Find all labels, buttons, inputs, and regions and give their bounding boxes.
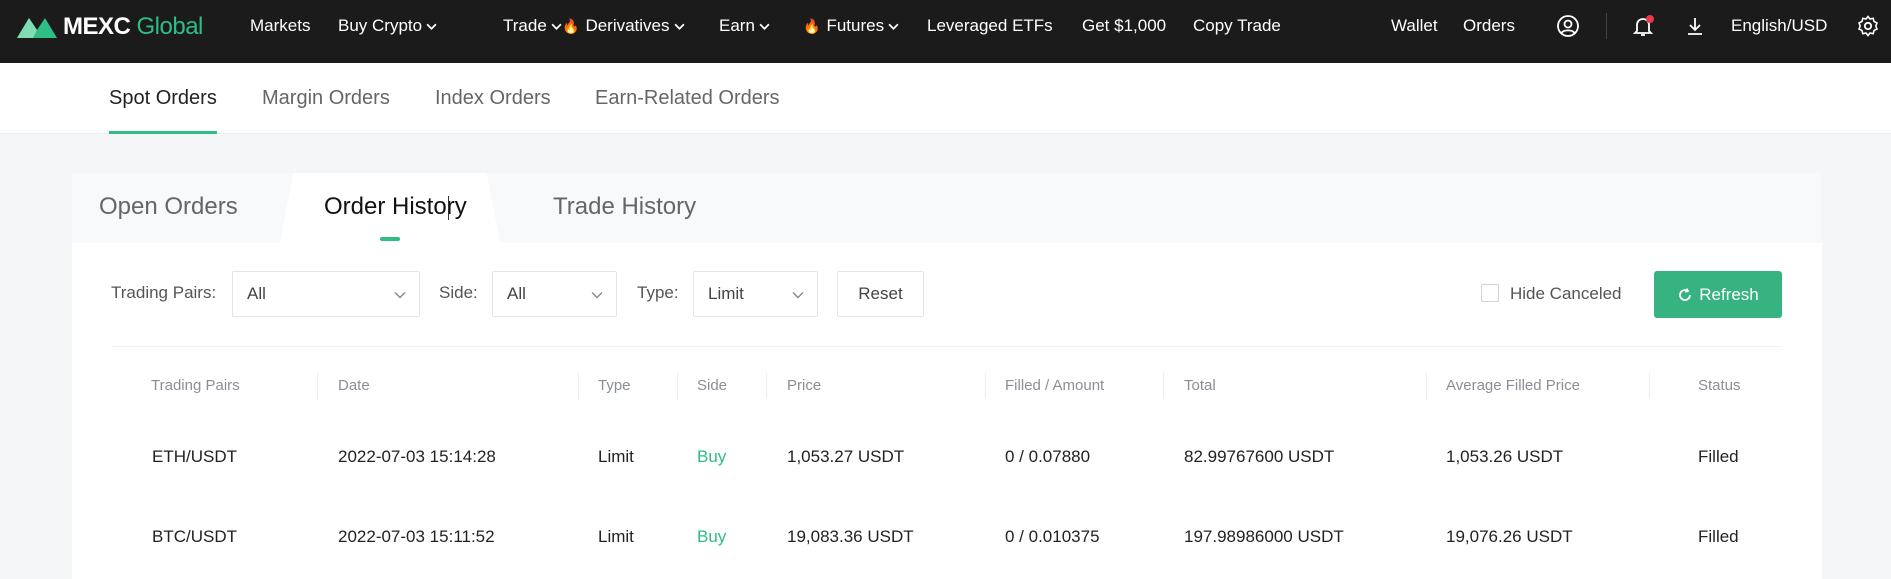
type-filter-label: Type: (637, 283, 679, 302)
language-currency-selector[interactable]: English/USD (1731, 0, 1827, 52)
type-select[interactable]: Limit (693, 271, 818, 317)
col-header-trading-pairs: Trading Pairs (151, 377, 240, 394)
top-navigation-bar: MEXC Global Markets Buy Crypto Trade 🔥 De… (0, 0, 1891, 63)
trading-pairs-select[interactable]: All (232, 271, 420, 317)
cell-trading-pair: ETH/USDT (152, 447, 237, 466)
text-cursor (448, 196, 449, 220)
side-value: All (507, 284, 526, 303)
notification-dot (1646, 15, 1654, 23)
refresh-label: Refresh (1699, 284, 1759, 304)
cell-price: 19,083.36 USDT (787, 527, 914, 546)
user-icon[interactable] (1556, 14, 1580, 38)
chevron-down-icon (792, 292, 804, 299)
active-tab-underline (109, 131, 217, 134)
refresh-icon (1679, 287, 1692, 301)
cell-date: 2022-07-03 15:11:52 (338, 527, 495, 546)
tab-earn-related-orders[interactable]: Earn-Related Orders (595, 87, 780, 110)
tab-spot-orders[interactable]: Spot Orders (109, 87, 217, 110)
col-header-average-filled-price: Average Filled Price (1446, 377, 1580, 394)
cell-status: Filled (1698, 447, 1739, 466)
tab-trade-history[interactable]: Trade History (553, 193, 696, 221)
reset-button[interactable]: Reset (837, 271, 924, 317)
col-header-date: Date (338, 377, 370, 394)
column-separator (578, 373, 579, 399)
nav-trade[interactable]: Trade (503, 0, 562, 52)
active-tab-indicator (380, 237, 400, 241)
order-category-tabs: Spot Orders Margin Orders Index Orders E… (0, 63, 1891, 134)
nav-earn[interactable]: Earn (719, 0, 770, 52)
chevron-down-icon (394, 292, 406, 299)
col-header-type: Type (598, 377, 631, 394)
cell-status: Filled (1698, 527, 1739, 546)
nav-get-1000[interactable]: Get $1,000 (1082, 0, 1166, 52)
nav-derivatives[interactable]: 🔥 Derivatives (562, 0, 685, 52)
download-icon[interactable] (1683, 14, 1707, 38)
nav-wallet[interactable]: Wallet (1391, 0, 1438, 52)
chevron-down-icon (759, 23, 770, 30)
chevron-down-icon (426, 23, 437, 30)
column-separator (1163, 373, 1164, 399)
nav-leveraged-etfs[interactable]: Leveraged ETFs (927, 0, 1053, 52)
column-separator (985, 373, 986, 399)
column-separator (1649, 373, 1650, 399)
mexc-logo[interactable]: MEXC Global (15, 12, 203, 42)
cell-type: Limit (598, 527, 634, 546)
chevron-down-icon (591, 292, 603, 299)
fire-icon: 🔥 (803, 18, 821, 34)
logo-text: MEXC Global (63, 13, 203, 40)
nav-buy-crypto[interactable]: Buy Crypto (338, 0, 437, 52)
cell-price: 1,053.27 USDT (787, 447, 905, 466)
cell-average-filled-price: 19,076.26 USDT (1446, 527, 1573, 546)
cell-filled-amount: 0 / 0.07880 (1005, 447, 1091, 466)
nav-copy-trade[interactable]: Copy Trade (1193, 0, 1281, 52)
column-separator (317, 373, 318, 399)
tab-order-history[interactable]: Order History (324, 193, 467, 221)
gear-icon[interactable] (1856, 14, 1880, 38)
mexc-logo-mark-icon (17, 18, 57, 38)
tab-margin-orders[interactable]: Margin Orders (262, 87, 390, 110)
chevron-down-icon (551, 23, 562, 30)
trading-pairs-value: All (247, 284, 266, 303)
column-separator (1426, 373, 1427, 399)
side-select[interactable]: All (492, 271, 617, 317)
cell-average-filled-price: 1,053.26 USDT (1446, 447, 1564, 466)
hide-canceled-label[interactable]: Hide Canceled (1510, 284, 1622, 304)
cell-filled-amount: 0 / 0.010375 (1005, 527, 1100, 546)
fire-icon: 🔥 (562, 18, 580, 34)
hide-canceled-checkbox[interactable] (1481, 284, 1499, 302)
cell-side: Buy (697, 527, 727, 546)
nav-divider (1606, 13, 1607, 39)
cell-type: Limit (598, 447, 634, 466)
chevron-down-icon (888, 23, 899, 30)
cell-total: 82.99767600 USDT (1184, 447, 1335, 466)
col-header-side: Side (697, 377, 728, 394)
col-header-price: Price (787, 377, 822, 394)
chevron-down-icon (674, 23, 685, 30)
nav-orders[interactable]: Orders (1463, 0, 1515, 52)
type-value: Limit (708, 284, 744, 303)
col-header-status: Status (1698, 377, 1741, 394)
nav-futures[interactable]: 🔥 Futures (803, 0, 899, 52)
nav-markets[interactable]: Markets (250, 0, 310, 52)
column-separator (766, 373, 767, 399)
cell-total: 197.98986000 USDT (1184, 527, 1344, 546)
tab-index-orders[interactable]: Index Orders (435, 87, 551, 110)
column-separator (677, 373, 678, 399)
refresh-button[interactable]: Refresh (1654, 271, 1782, 318)
col-header-filled-amount: Filled / Amount (1005, 377, 1105, 394)
cell-side: Buy (697, 447, 727, 466)
filter-divider (112, 346, 1782, 347)
cell-trading-pair: BTC/USDT (152, 527, 237, 546)
side-filter-label: Side: (439, 283, 478, 302)
cell-date: 2022-07-03 15:14:28 (338, 447, 496, 466)
tab-open-orders[interactable]: Open Orders (99, 193, 238, 221)
col-header-total: Total (1184, 377, 1216, 394)
trading-pairs-filter-label: Trading Pairs: (111, 283, 217, 302)
